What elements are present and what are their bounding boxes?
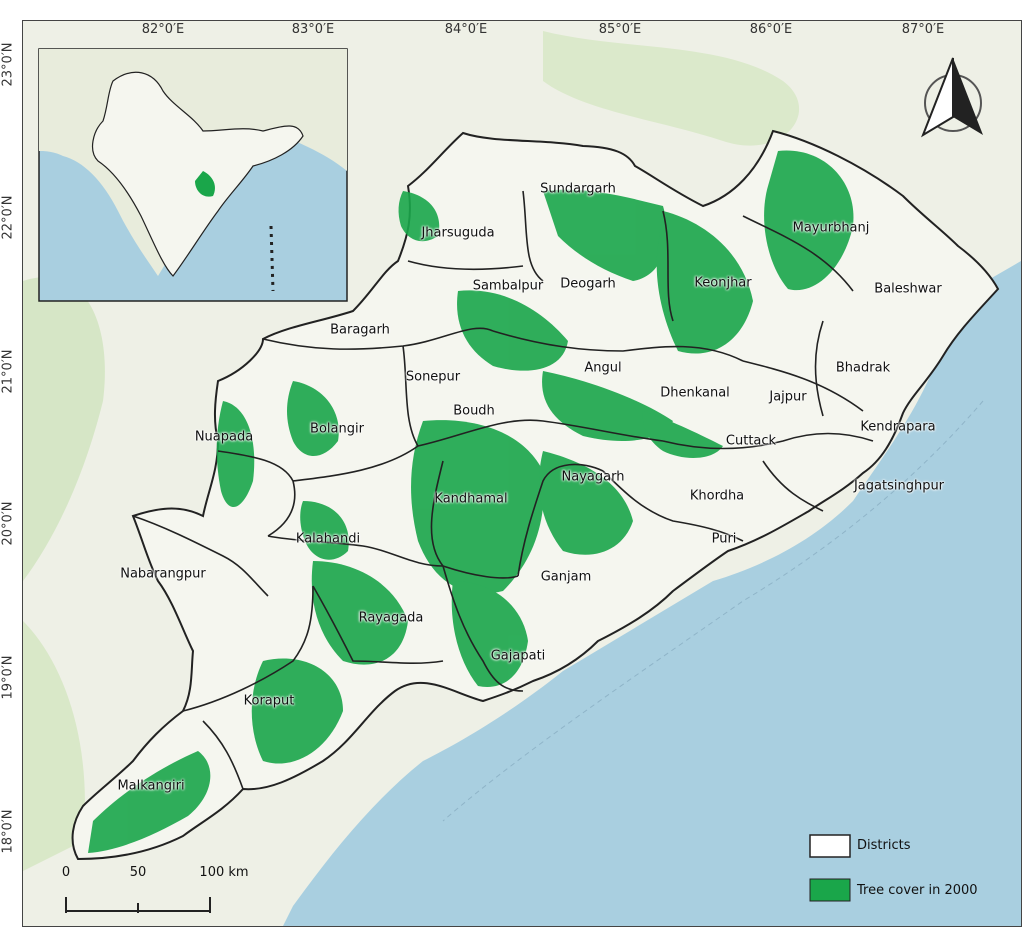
district-label-jharsuguda: Jharsuguda [421, 225, 495, 241]
district-label-baragarh: Baragarh [330, 322, 390, 338]
inset-india-map [38, 48, 348, 302]
latitude-tick: 23°0′N [0, 42, 16, 87]
longitude-tick: 84°0′E [444, 22, 488, 37]
longitude-tick: 83°0′E [291, 22, 335, 37]
district-label-puri: Puri [711, 531, 737, 547]
district-label-sonepur: Sonepur [405, 369, 461, 385]
district-label-nayagarh: Nayagarh [561, 469, 625, 485]
scale-label-50: 50 [129, 865, 147, 880]
district-label-kendrapara: Kendrapara [860, 419, 936, 435]
district-label-keonjhar: Keonjhar [694, 275, 752, 291]
scale-label-0: 0 [61, 865, 71, 880]
district-label-deogarh: Deogarh [560, 276, 616, 292]
district-label-cuttack: Cuttack [725, 433, 777, 449]
latitude-tick: 21°0′N [0, 349, 16, 394]
latitude-tick: 22°0′N [0, 195, 16, 240]
district-label-baleshwar: Baleshwar [874, 281, 942, 297]
district-label-sambalpur: Sambalpur [472, 278, 544, 294]
latitude-tick: 19°0′N [0, 655, 16, 700]
district-label-khordha: Khordha [689, 488, 745, 504]
district-label-bolangir: Bolangir [310, 421, 364, 437]
district-label-koraput: Koraput [243, 693, 295, 709]
district-label-sundargarh: Sundargarh [540, 181, 616, 197]
district-label-jagatsinghpur: Jagatsinghpur [853, 478, 945, 494]
district-label-kandhamal: Kandhamal [434, 491, 508, 507]
longitude-tick: 86°0′E [749, 22, 793, 37]
district-label-malkangiri: Malkangiri [117, 778, 185, 794]
district-label-angul: Angul [584, 360, 622, 376]
district-label-bhadrak: Bhadrak [835, 360, 891, 376]
district-label-kalahandi: Kalahandi [295, 531, 361, 547]
longitude-tick: 82°0′E [141, 22, 185, 37]
district-label-gajapati: Gajapati [490, 648, 546, 664]
legend-districts-swatch [809, 834, 851, 858]
district-label-boudh: Boudh [453, 403, 495, 419]
district-label-mayurbhanj: Mayurbhanj [792, 220, 870, 236]
longitude-tick: 85°0′E [598, 22, 642, 37]
map-frame: 82°0′E 83°0′E 84°0′E 85°0′E 86°0′E 87°0′… [22, 20, 1022, 927]
district-label-rayagada: Rayagada [358, 610, 424, 626]
district-label-nabarangpur: Nabarangpur [120, 566, 206, 582]
legend-districts-label: Districts [857, 838, 911, 853]
district-label-dhenkanal: Dhenkanal [660, 385, 730, 401]
district-label-ganjam: Ganjam [540, 569, 592, 585]
legend-tree-cover-label: Tree cover in 2000 [857, 883, 978, 898]
district-label-jajpur: Jajpur [769, 389, 807, 405]
legend-tree-cover-swatch [809, 878, 851, 902]
longitude-tick: 87°0′E [901, 22, 945, 37]
scale-label-100: 100 km [199, 865, 249, 880]
latitude-tick: 18°0′N [0, 809, 16, 854]
latitude-tick: 20°0′N [0, 501, 16, 546]
district-label-nuapada: Nuapada [194, 429, 254, 445]
